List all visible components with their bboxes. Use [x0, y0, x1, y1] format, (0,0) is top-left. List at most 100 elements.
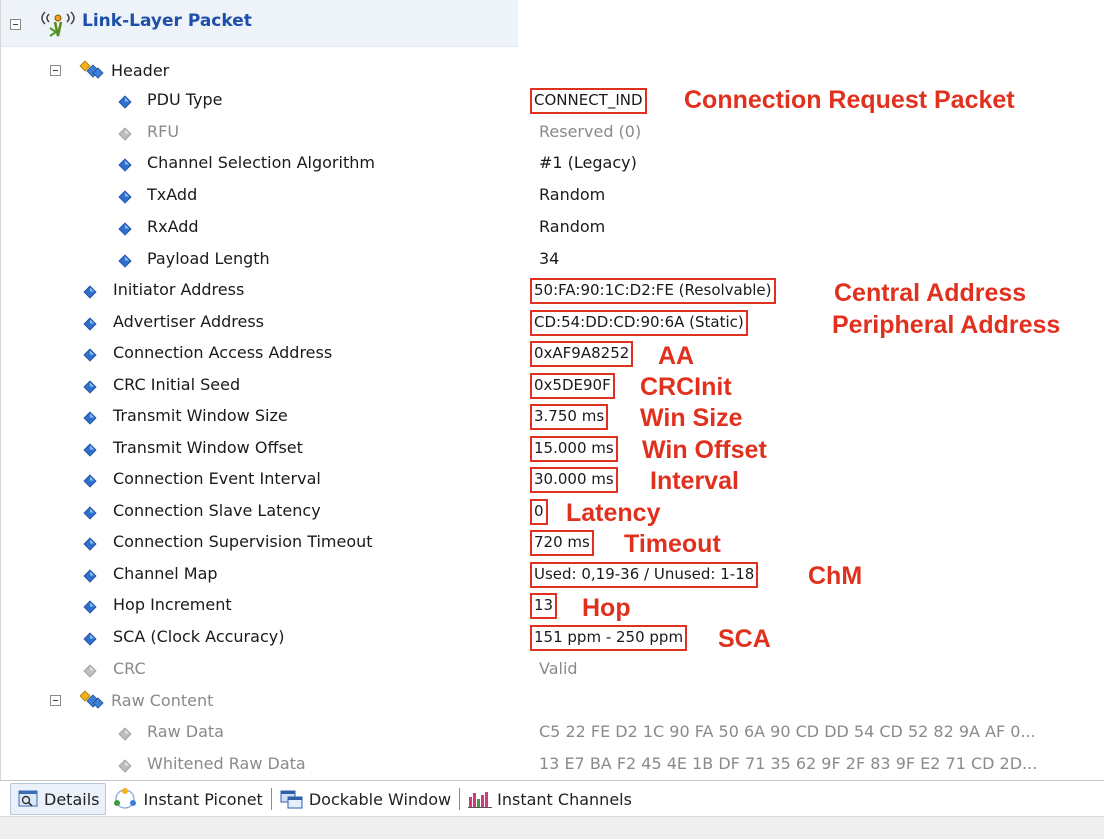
collapse-toggle-header[interactable] — [50, 65, 61, 76]
field-bullet-icon — [83, 568, 97, 583]
field-bullet-icon — [118, 94, 132, 109]
tab-instant-channels[interactable]: Instant Channels — [462, 784, 638, 814]
field-value[interactable]: Valid — [539, 659, 578, 678]
raw-content-node-label: Raw Content — [111, 691, 214, 710]
field-value[interactable]: 15.000 ms — [530, 436, 618, 462]
tab-instant-channels-label: Instant Channels — [497, 789, 632, 809]
bottom-tab-bar: Details Instant Piconet Dockable Window — [0, 780, 1104, 817]
tab-instant-piconet-label: Instant Piconet — [143, 789, 263, 809]
callout-annotation: Interval — [650, 467, 739, 495]
field-bullet-icon — [83, 347, 97, 362]
packet-title: Link-Layer Packet — [82, 11, 252, 31]
dockable-window-icon — [280, 790, 303, 809]
callout-annotation: SCA — [718, 625, 771, 653]
tree-left-border — [0, 0, 1, 780]
callout-annotation: Hop — [582, 594, 631, 622]
field-label[interactable]: Channel Selection Algorithm — [147, 153, 375, 172]
field-label[interactable]: Transmit Window Offset — [113, 438, 303, 457]
field-label[interactable]: CRC Initial Seed — [113, 375, 240, 394]
field-label[interactable]: RFU — [147, 122, 179, 141]
tab-separator — [459, 788, 461, 810]
raw-value[interactable]: 13 E7 BA F2 45 4E 1B DF 71 35 62 9F 2F 8… — [539, 754, 1037, 773]
field-label[interactable]: Connection Access Address — [113, 343, 332, 362]
field-bullet-icon — [83, 410, 97, 425]
field-label[interactable]: RxAdd — [147, 217, 199, 236]
collapse-toggle-packet[interactable] — [10, 19, 21, 30]
callout-annotation: Timeout — [624, 530, 721, 558]
raw-label[interactable]: Whitened Raw Data — [147, 754, 306, 773]
field-bullet-icon — [83, 536, 97, 551]
callout-annotation: CRCInit — [640, 373, 732, 401]
field-value[interactable]: CONNECT_IND — [530, 88, 647, 114]
field-label[interactable]: Payload Length — [147, 249, 270, 268]
field-bullet-icon — [83, 442, 97, 457]
field-bullet-icon — [118, 758, 132, 773]
tab-dockable-window-label: Dockable Window — [308, 789, 452, 809]
field-label[interactable]: Connection Supervision Timeout — [113, 532, 373, 551]
field-label[interactable]: Connection Event Interval — [113, 469, 321, 488]
field-bullet-icon — [83, 284, 97, 299]
field-value[interactable]: Reserved (0) — [539, 122, 641, 141]
callout-annotation: ChM — [808, 562, 863, 590]
callout-annotation: Connection Request Packet — [684, 86, 1015, 114]
field-bullet-icon — [83, 473, 97, 488]
antenna-icon — [41, 11, 75, 37]
field-bullet-icon — [83, 316, 97, 331]
tab-dockable-window[interactable]: Dockable Window — [274, 784, 457, 814]
tab-details-label: Details — [44, 789, 100, 809]
field-label[interactable]: Transmit Window Size — [113, 406, 288, 425]
status-bar — [0, 816, 1104, 839]
field-value[interactable]: CD:54:DD:CD:90:6A (Static) — [530, 310, 748, 336]
field-value[interactable]: Random — [539, 185, 605, 204]
channels-chart-icon — [468, 792, 493, 808]
field-value[interactable]: 0xAF9A8252 — [530, 341, 634, 367]
field-label[interactable]: TxAdd — [147, 185, 197, 204]
tree-title-bar — [0, 0, 518, 47]
field-value[interactable]: 0 — [530, 499, 548, 525]
tab-details[interactable]: Details — [10, 783, 107, 815]
field-value[interactable]: 13 — [530, 593, 558, 619]
piconet-icon — [114, 788, 137, 809]
field-value[interactable]: 50:FA:90:1C:D2:FE (Resolvable) — [530, 278, 776, 304]
field-label[interactable]: Hop Increment — [113, 595, 232, 614]
field-value[interactable]: 34 — [539, 249, 559, 268]
field-value[interactable]: 720 ms — [530, 530, 594, 556]
field-label[interactable]: PDU Type — [147, 90, 223, 109]
collapse-toggle-raw-content[interactable] — [50, 695, 61, 706]
field-value[interactable]: 0x5DE90F — [530, 373, 615, 399]
raw-value[interactable]: C5 22 FE D2 1C 90 FA 50 6A 90 CD DD 54 C… — [539, 722, 1036, 741]
field-label[interactable]: Channel Map — [113, 564, 218, 583]
field-value[interactable]: 30.000 ms — [530, 467, 618, 493]
header-node-label: Header — [111, 61, 170, 80]
field-label[interactable]: Connection Slave Latency — [113, 501, 321, 520]
field-bullet-icon — [83, 379, 97, 394]
callout-annotation: Win Size — [640, 404, 743, 432]
field-label[interactable]: SCA (Clock Accuracy) — [113, 627, 284, 646]
field-bullet-icon — [83, 631, 97, 646]
field-bullet-icon — [83, 599, 97, 614]
callout-annotation: AA — [658, 342, 695, 370]
field-bullet-icon — [118, 126, 132, 141]
field-value[interactable]: #1 (Legacy) — [539, 153, 637, 172]
tab-instant-piconet[interactable]: Instant Piconet — [106, 784, 268, 814]
field-label[interactable]: CRC — [113, 659, 146, 678]
field-bullet-icon — [83, 663, 97, 678]
field-bullet-icon — [118, 157, 132, 172]
raw-label[interactable]: Raw Data — [147, 722, 224, 741]
callout-annotation: Latency — [566, 499, 661, 527]
field-value[interactable]: Random — [539, 217, 605, 236]
field-value[interactable]: Used: 0,19-36 / Unused: 1-18 — [530, 562, 759, 588]
callout-annotation: Win Offset — [642, 436, 767, 464]
diamond-group-icon — [79, 690, 104, 709]
field-value[interactable]: 151 ppm - 250 ppm — [530, 625, 688, 651]
callout-annotation: Peripheral Address — [832, 311, 1061, 339]
callout-annotation: Central Address — [834, 279, 1027, 307]
field-bullet-icon — [118, 221, 132, 236]
field-value[interactable]: 3.750 ms — [530, 404, 609, 430]
field-bullet-icon — [118, 726, 132, 741]
diamond-group-icon — [79, 60, 104, 79]
field-label[interactable]: Advertiser Address — [113, 312, 264, 331]
field-label[interactable]: Initiator Address — [113, 280, 244, 299]
tab-separator — [270, 788, 272, 810]
field-bullet-icon — [118, 253, 132, 268]
